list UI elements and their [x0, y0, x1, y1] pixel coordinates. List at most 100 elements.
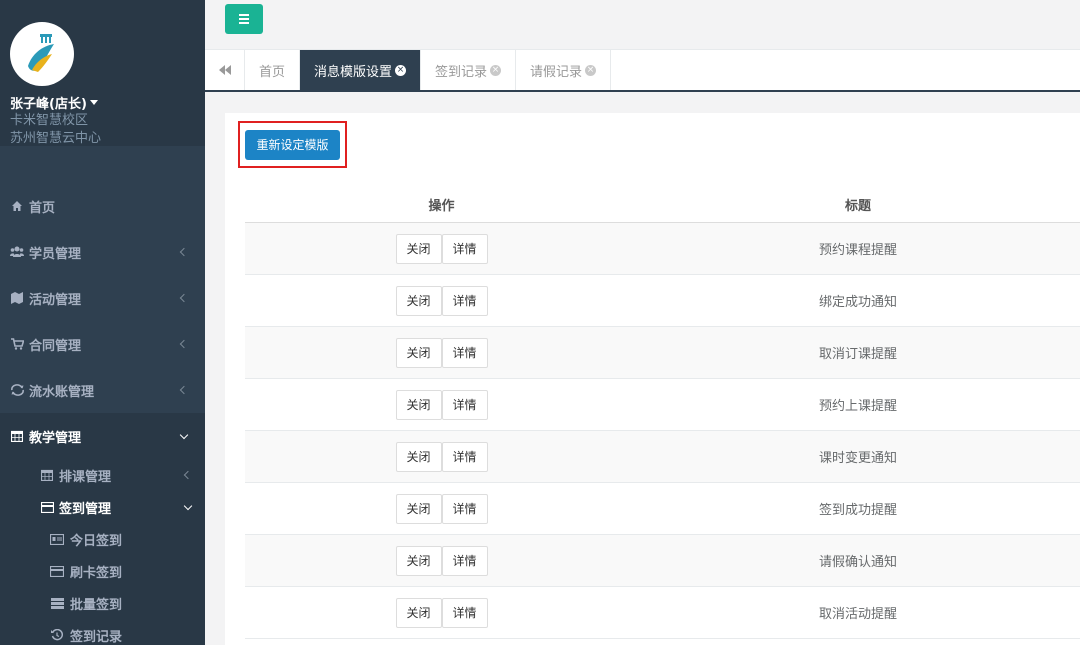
detail-button[interactable]: 详情 — [441, 285, 488, 316]
profile-panel: 张子峰(店长) 卡米智慧校区 苏州智慧云中心 — [0, 0, 205, 146]
sidebar-item-contracts[interactable]: 合同管理 — [0, 321, 205, 367]
map-icon — [10, 291, 24, 305]
card-icon — [40, 500, 54, 514]
chevron-left-icon — [179, 293, 189, 303]
chevron-down-icon — [179, 430, 189, 439]
sidebar-item-ledger[interactable]: 流水账管理 — [0, 367, 205, 413]
sidebar-item-checkin[interactable]: 签到管理 — [0, 491, 205, 523]
detail-button[interactable]: 详情 — [441, 493, 488, 524]
op-cell: 关闭 详情 — [245, 233, 638, 264]
sidebar-item-label: 刷卡签到 — [70, 565, 123, 581]
cart-icon — [10, 337, 24, 351]
op-cell: 关闭 详情 — [245, 285, 638, 316]
sidebar-item-checkin-records[interactable]: 签到记录 — [0, 619, 205, 645]
sidebar-item-label: 活动管理 — [29, 292, 82, 308]
tab-scroll-left-button[interactable] — [205, 50, 245, 90]
sidebar-item-label: 今日签到 — [70, 533, 123, 549]
sidebar-item-teaching[interactable]: 教学管理 — [0, 413, 205, 459]
op-cell: 关闭 详情 — [245, 493, 638, 524]
sidebar-item-label: 学员管理 — [29, 246, 82, 262]
op-cell: 关闭 详情 — [245, 545, 638, 576]
detail-button[interactable]: 详情 — [441, 545, 488, 576]
tabs-bar: 首页 消息模版设置 × 签到记录 × 请假记录 × — [205, 50, 1080, 92]
title-cell: 签到成功提醒 — [818, 503, 897, 518]
tab-leave-records[interactable]: 请假记录 × — [516, 50, 612, 90]
sidebar-item-activities[interactable]: 活动管理 — [0, 275, 205, 321]
title-cell: 请假确认通知 — [818, 555, 897, 570]
profile-name-text[interactable]: 张子峰(店长) — [10, 93, 87, 112]
close-button[interactable]: 关闭 — [395, 597, 442, 628]
title-cell: 绑定成功通知 — [818, 295, 897, 310]
chevron-left-icon — [179, 247, 189, 257]
menu-toggle-button[interactable] — [225, 4, 263, 34]
tab-message-template[interactable]: 消息模版设置 × — [300, 50, 422, 90]
table-row: 关闭 详情 预约上课提醒 — [245, 379, 1080, 431]
list-icon — [50, 596, 64, 610]
tab-label: 消息模版设置 — [314, 64, 393, 80]
op-cell: 关闭 详情 — [245, 337, 638, 368]
column-header-op: 操作 — [428, 199, 455, 214]
sidebar-group-teaching: 教学管理 排课管理 签到管理 今日签到 刷卡签到 批量签到 签到记录 — [0, 413, 205, 645]
table-row: 关闭 详情 预约课程提醒 — [245, 223, 1080, 275]
home-icon — [10, 199, 24, 213]
sidebar-item-card-checkin[interactable]: 刷卡签到 — [0, 555, 205, 587]
credit-card-icon — [50, 564, 64, 578]
sidebar-item-label: 首页 — [29, 200, 56, 216]
profile-school: 卡米智慧校区 — [10, 113, 89, 128]
sidebar-item-label: 流水账管理 — [29, 384, 95, 400]
double-left-icon — [218, 65, 231, 75]
sidebar-nav: 首页 学员管理 活动管理 合同管理 流水账管理 教学管理 排课管理 签到管理 今… — [0, 183, 205, 645]
op-cell: 关闭 详情 — [245, 441, 638, 472]
calendar-icon — [40, 468, 54, 482]
close-button[interactable]: 关闭 — [395, 233, 442, 264]
sidebar-item-today-checkin[interactable]: 今日签到 — [0, 523, 205, 555]
title-cell: 预约上课提醒 — [818, 399, 897, 414]
detail-button[interactable]: 详情 — [441, 389, 488, 420]
close-icon[interactable]: × — [585, 64, 597, 76]
chevron-left-icon — [183, 470, 193, 480]
sidebar-item-home[interactable]: 首页 — [0, 183, 205, 229]
close-button[interactable]: 关闭 — [395, 285, 442, 316]
close-icon[interactable]: × — [395, 64, 407, 76]
hamburger-icon-line — [239, 22, 249, 24]
profile-center: 苏州智慧云中心 — [10, 131, 102, 146]
reset-template-button[interactable]: 重新设定模版 — [245, 129, 340, 160]
table-row: 关闭 详情 签到成功提醒 — [245, 483, 1080, 535]
profile-name[interactable]: 张子峰(店长) — [10, 93, 205, 112]
detail-button[interactable]: 详情 — [441, 441, 488, 472]
users-icon — [10, 245, 24, 259]
sidebar-item-label: 签到记录 — [70, 629, 123, 645]
tab-home[interactable]: 首页 — [245, 50, 301, 90]
refresh-icon — [10, 383, 24, 397]
detail-button[interactable]: 详情 — [441, 597, 488, 628]
op-cell: 关闭 详情 — [245, 389, 638, 420]
sidebar-item-batch-checkin[interactable]: 批量签到 — [0, 587, 205, 619]
detail-button[interactable]: 详情 — [441, 337, 488, 368]
table-row: 关闭 详情 请假确认通知 — [245, 535, 1080, 587]
top-bar — [205, 0, 1080, 50]
chevron-down-icon — [183, 501, 193, 510]
title-cell: 取消订课提醒 — [818, 347, 897, 362]
tab-checkin-records[interactable]: 签到记录 × — [421, 50, 517, 90]
main-content: 重新设定模版 操作 标题 关闭 详情 预约课程提醒 关闭 详情 绑定成功通知 关… — [225, 113, 1080, 645]
sidebar: 张子峰(店长) 卡米智慧校区 苏州智慧云中心 首页 学员管理 活动管理 合同管理… — [0, 0, 205, 645]
close-button[interactable]: 关闭 — [395, 545, 442, 576]
avatar[interactable] — [10, 22, 74, 86]
title-cell: 课时变更通知 — [818, 451, 897, 466]
close-button[interactable]: 关闭 — [395, 493, 442, 524]
tab-label: 签到记录 — [435, 64, 488, 80]
sidebar-item-schedule[interactable]: 排课管理 — [0, 459, 205, 491]
highlight-box: 重新设定模版 — [238, 121, 347, 168]
title-cell: 取消活动提醒 — [818, 607, 897, 622]
close-button[interactable]: 关闭 — [395, 441, 442, 472]
close-icon[interactable]: × — [490, 64, 502, 76]
close-button[interactable]: 关闭 — [395, 337, 442, 368]
caret-down-icon[interactable] — [89, 100, 98, 105]
close-button[interactable]: 关闭 — [395, 389, 442, 420]
table-header: 操作 标题 — [245, 187, 1080, 223]
table-row: 关闭 详情 取消活动提醒 — [245, 587, 1080, 639]
sidebar-item-label: 教学管理 — [29, 430, 82, 446]
sidebar-item-students[interactable]: 学员管理 — [0, 229, 205, 275]
detail-button[interactable]: 详情 — [441, 233, 488, 264]
sidebar-item-label: 合同管理 — [29, 338, 82, 354]
